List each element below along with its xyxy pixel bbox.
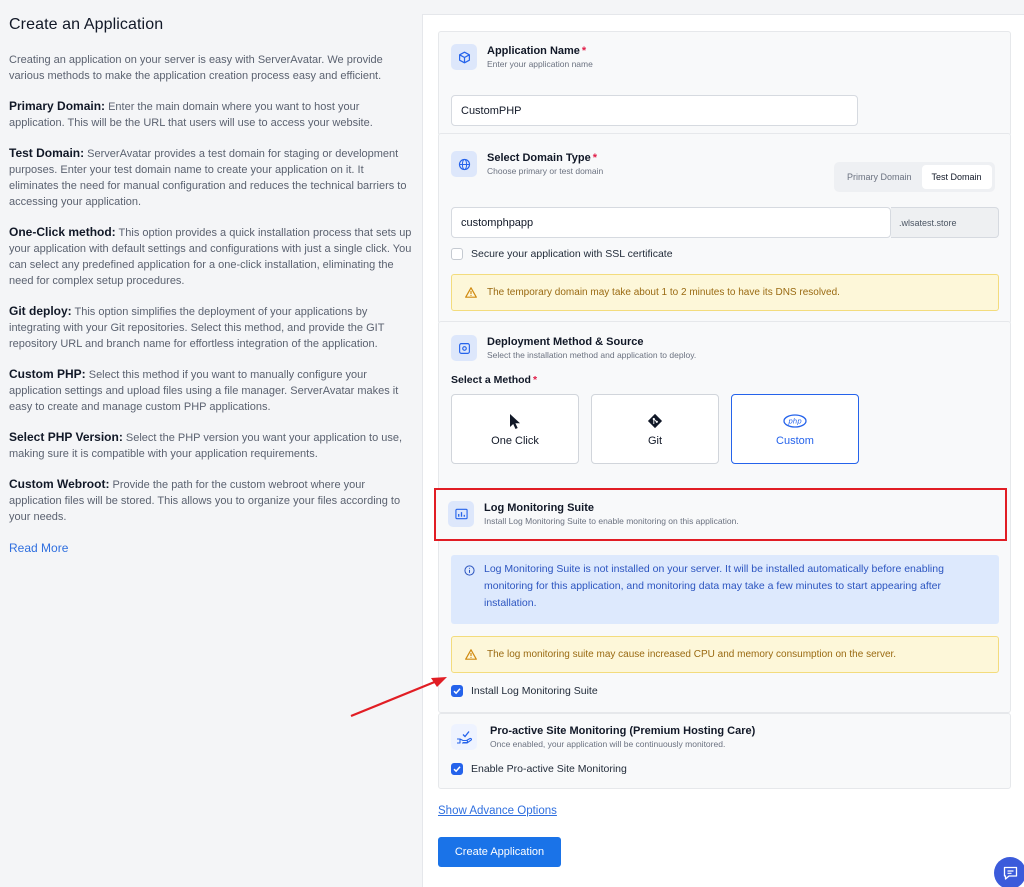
log-suite-info: Log Monitoring Suite is not installed on… (451, 555, 999, 624)
show-advance-options-link[interactable]: Show Advance Options (438, 805, 557, 817)
warning-icon (465, 649, 477, 660)
help-one-click: One-Click method: This option provides a… (9, 225, 412, 287)
proactive-card: Pro-active Site Monitoring (Premium Host… (438, 713, 1011, 789)
domain-suffix: .wlsatest.store (891, 207, 999, 238)
method-custom[interactable]: php Custom (731, 394, 859, 464)
log-monitoring-highlight: Log Monitoring Suite Install Log Monitor… (434, 488, 1007, 541)
deployment-subtitle: Select the installation method and appli… (487, 350, 697, 360)
cube-icon (451, 44, 477, 70)
app-name-title: Application Name (487, 45, 580, 57)
deployment-title: Deployment Method & Source (487, 336, 644, 348)
test-domain-option[interactable]: Test Domain (921, 165, 992, 189)
proactive-label: Enable Pro-active Site Monitoring (471, 763, 627, 775)
read-more-link[interactable]: Read More (9, 541, 68, 555)
git-icon (647, 411, 663, 431)
domain-type-subtitle: Choose primary or test domain (487, 166, 604, 176)
help-php-version: Select PHP Version: Select the PHP versi… (9, 430, 403, 460)
help-test-domain: Test Domain: ServerAvatar provides a tes… (9, 146, 407, 208)
proactive-subtitle: Once enabled, your application will be c… (490, 739, 726, 749)
annotation-arrow (350, 677, 447, 718)
info-icon (464, 565, 475, 582)
create-form-panel: Application Name * Enter your application… (422, 14, 1024, 887)
cpu-warning: The log monitoring suite may cause incre… (451, 636, 999, 673)
primary-domain-option[interactable]: Primary Domain (837, 165, 922, 189)
proactive-title: Pro-active Site Monitoring (Premium Host… (490, 725, 756, 737)
domain-input[interactable]: customphpapp (451, 207, 891, 238)
warning-icon (465, 287, 477, 298)
domain-card: Select Domain Type * Choose primary or te… (438, 133, 1011, 324)
domain-type-toggle: Primary Domain Test Domain (834, 162, 995, 192)
app-name-subtitle: Enter your application name (487, 59, 593, 69)
help-custom-webroot: Custom Webroot: Provide the path for the… (9, 477, 401, 523)
chart-icon (448, 501, 474, 527)
app-name-card: Application Name * Enter your application… (438, 31, 1011, 136)
help-column: Create an Application Creating an applic… (0, 0, 422, 887)
create-application-button[interactable]: Create Application (438, 837, 561, 867)
method-git[interactable]: Git (591, 394, 719, 464)
select-method-label: Select a Method (451, 374, 531, 386)
log-monitoring-title: Log Monitoring Suite (484, 502, 594, 514)
cursor-icon (509, 411, 522, 431)
method-one-click[interactable]: One Click (451, 394, 579, 464)
deploy-icon (451, 335, 477, 361)
php-icon: php (783, 411, 807, 431)
domain-type-title: Select Domain Type (487, 152, 591, 164)
proactive-checkbox[interactable] (451, 763, 463, 775)
ssl-checkbox-row[interactable]: Secure your application with SSL certifi… (451, 248, 673, 260)
app-name-input[interactable]: CustomPHP (451, 95, 858, 126)
care-hand-icon (451, 724, 477, 750)
page-title: Create an Application (9, 16, 164, 33)
chat-button[interactable] (994, 857, 1024, 887)
svg-text:php: php (787, 418, 802, 426)
intro-text: Creating an application on your server i… (9, 54, 383, 82)
help-primary-domain: Primary Domain: Enter the main domain wh… (9, 99, 373, 129)
dns-warning: The temporary domain may take about 1 to… (451, 274, 999, 311)
install-log-suite-row[interactable]: Install Log Monitoring Suite (451, 685, 598, 697)
proactive-checkbox-row[interactable]: Enable Pro-active Site Monitoring (451, 763, 627, 775)
chat-icon (1003, 866, 1017, 880)
globe-icon (451, 151, 477, 177)
ssl-checkbox[interactable] (451, 248, 463, 260)
ssl-label: Secure your application with SSL certifi… (471, 248, 673, 260)
help-git-deploy: Git deploy: This option simplifies the d… (9, 304, 385, 350)
help-custom-php: Custom PHP: Select this method if you wa… (9, 367, 399, 413)
log-monitoring-subtitle: Install Log Monitoring Suite to enable m… (484, 516, 739, 526)
install-log-suite-label: Install Log Monitoring Suite (471, 685, 598, 697)
